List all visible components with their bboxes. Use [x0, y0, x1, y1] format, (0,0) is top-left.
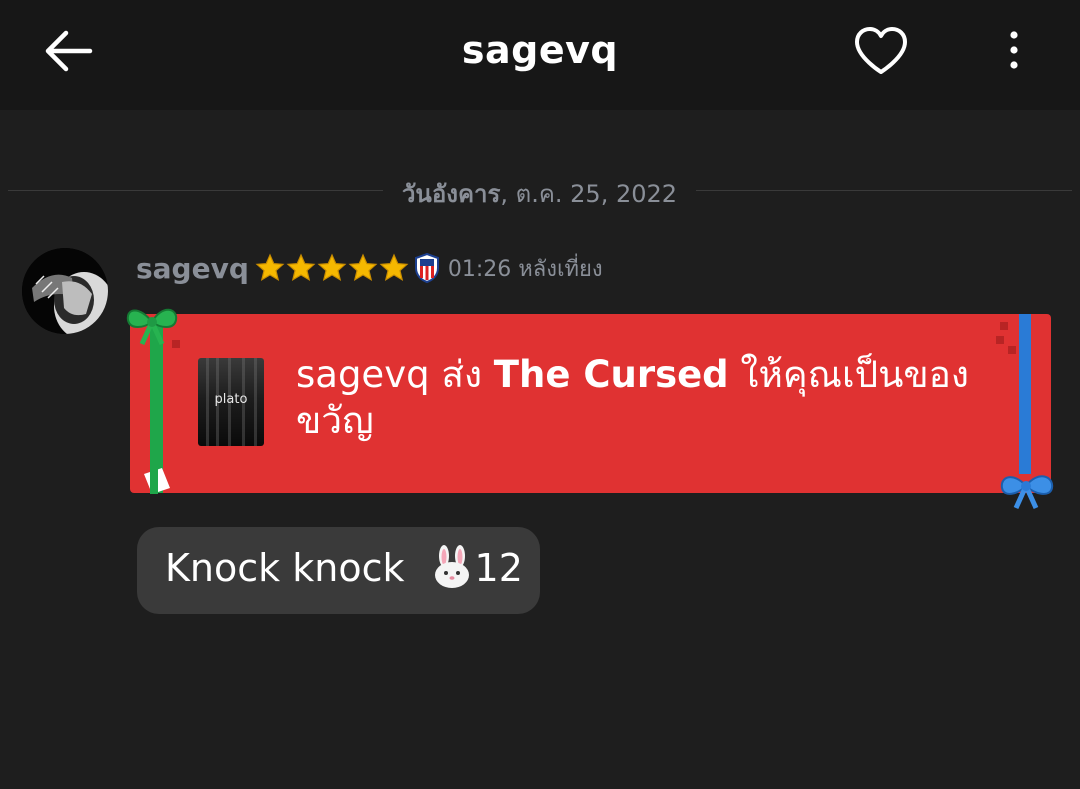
sender-name[interactable]: sagevq [136, 252, 249, 285]
star-icon [286, 253, 316, 282]
gift-message-text: sagevq ส่ง The Cursed ให้คุณเป็นของขวัญ [296, 352, 996, 444]
shield-badge-icon [414, 253, 439, 283]
chat-message-bubble[interactable]: Knock knock 12 [137, 527, 540, 614]
decoration-pixel [1000, 322, 1008, 330]
date-divider: วันอังคาร, ต.ค. 25, 2022 [0, 170, 1080, 210]
date-label: วันอังคาร, ต.ค. 25, 2022 [383, 174, 696, 213]
avatar-image [22, 248, 108, 334]
message-time: 01:26 หลังเที่ยง [447, 256, 603, 282]
more-options-button[interactable] [996, 26, 1032, 76]
star-rating [255, 253, 410, 283]
blue-bow-icon [1000, 475, 1054, 510]
gift-verb: ส่ง [429, 353, 494, 396]
star-icon [379, 253, 409, 282]
heart-outline-icon [855, 27, 907, 74]
more-vertical-icon [1010, 31, 1018, 69]
star-icon [317, 253, 347, 282]
sender-avatar[interactable] [22, 248, 108, 334]
message-text-suffix: 12 [474, 546, 523, 590]
chat-title: sagevq [461, 28, 619, 72]
book-cover[interactable]: plato [198, 358, 264, 446]
message-header: sagevq 01:26 หลังเที่ยง [136, 246, 603, 290]
divider-line-left [8, 190, 383, 191]
date-weekday: วันอังคาร [401, 180, 501, 208]
top-bar: sagevq [0, 0, 1080, 110]
favorite-button[interactable] [852, 24, 910, 78]
gift-book-title: The Cursed [493, 353, 729, 396]
decoration-pixel [1008, 346, 1016, 354]
green-bow-icon [126, 308, 178, 346]
message-text-prefix: Knock knock [165, 546, 417, 590]
gift-sender: sagevq [296, 353, 430, 396]
rabbit-face-icon [434, 545, 469, 588]
decoration-pixel [996, 336, 1004, 344]
date-value: , ต.ค. 25, 2022 [500, 180, 678, 208]
divider-line-right [696, 190, 1072, 191]
star-icon [255, 253, 285, 282]
book-cover-label: plato [214, 392, 248, 407]
chat-message-text: Knock knock 12 [165, 545, 523, 590]
ribbon-right [1019, 314, 1031, 474]
star-icon [348, 253, 378, 282]
gift-tag-icon [144, 466, 170, 494]
